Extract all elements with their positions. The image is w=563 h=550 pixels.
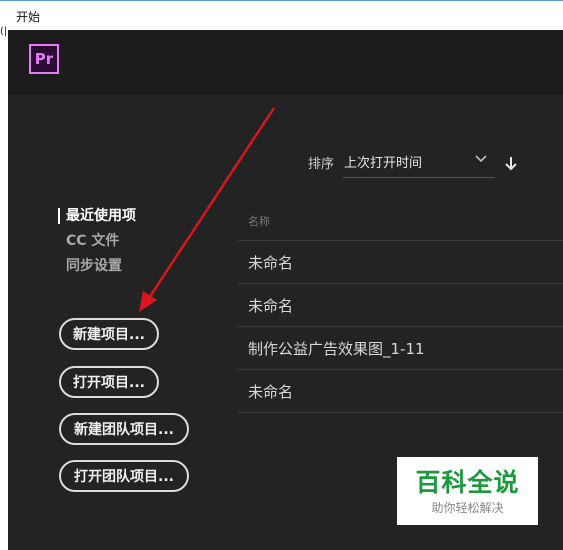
nav-item-recent[interactable]: 最近使用项 [58,206,136,231]
watermark-subtitle: 助你轻松解决 [431,501,504,515]
sort-dropdown-value: 上次打开时间 [344,156,423,171]
nav-item-sync-settings[interactable]: 同步设置 [58,256,136,281]
list-item[interactable]: 制作公益广告效果图_1-11 [238,327,563,370]
arrow-down-icon[interactable] [504,155,518,171]
side-nav: 最近使用项 CC 文件 同步设置 [58,206,136,281]
open-project-button[interactable]: 打开项目... [59,366,159,398]
premiere-logo: Pr [29,44,59,74]
watermark-logo: 百科全说 助你轻松解决 [397,457,538,525]
sort-label: 排序 [308,157,335,172]
list-item[interactable]: 未命名 [238,370,563,413]
list-item[interactable]: 未命名 [238,241,563,284]
new-project-button[interactable]: 新建项目... [59,318,159,350]
edge-text-fragment: (| [0,26,8,37]
new-team-project-button[interactable]: 新建团队项目... [59,413,189,445]
nav-item-cc-files[interactable]: CC 文件 [58,231,136,256]
watermark-title: 百科全说 [415,468,520,497]
sort-dropdown[interactable]: 上次打开时间 [343,148,495,178]
column-header-name[interactable]: 名称 [238,208,563,241]
open-team-project-button[interactable]: 打开团队项目... [59,460,189,492]
app-header: Pr [8,30,563,95]
list-item[interactable]: 未命名 [238,284,563,327]
recent-projects-list: 名称 未命名 未命名 制作公益广告效果图_1-11 未命名 [238,208,563,413]
window-title: 开始 [16,10,41,24]
window-titlebar: 开始 [0,0,563,30]
chevron-down-icon [475,155,487,163]
